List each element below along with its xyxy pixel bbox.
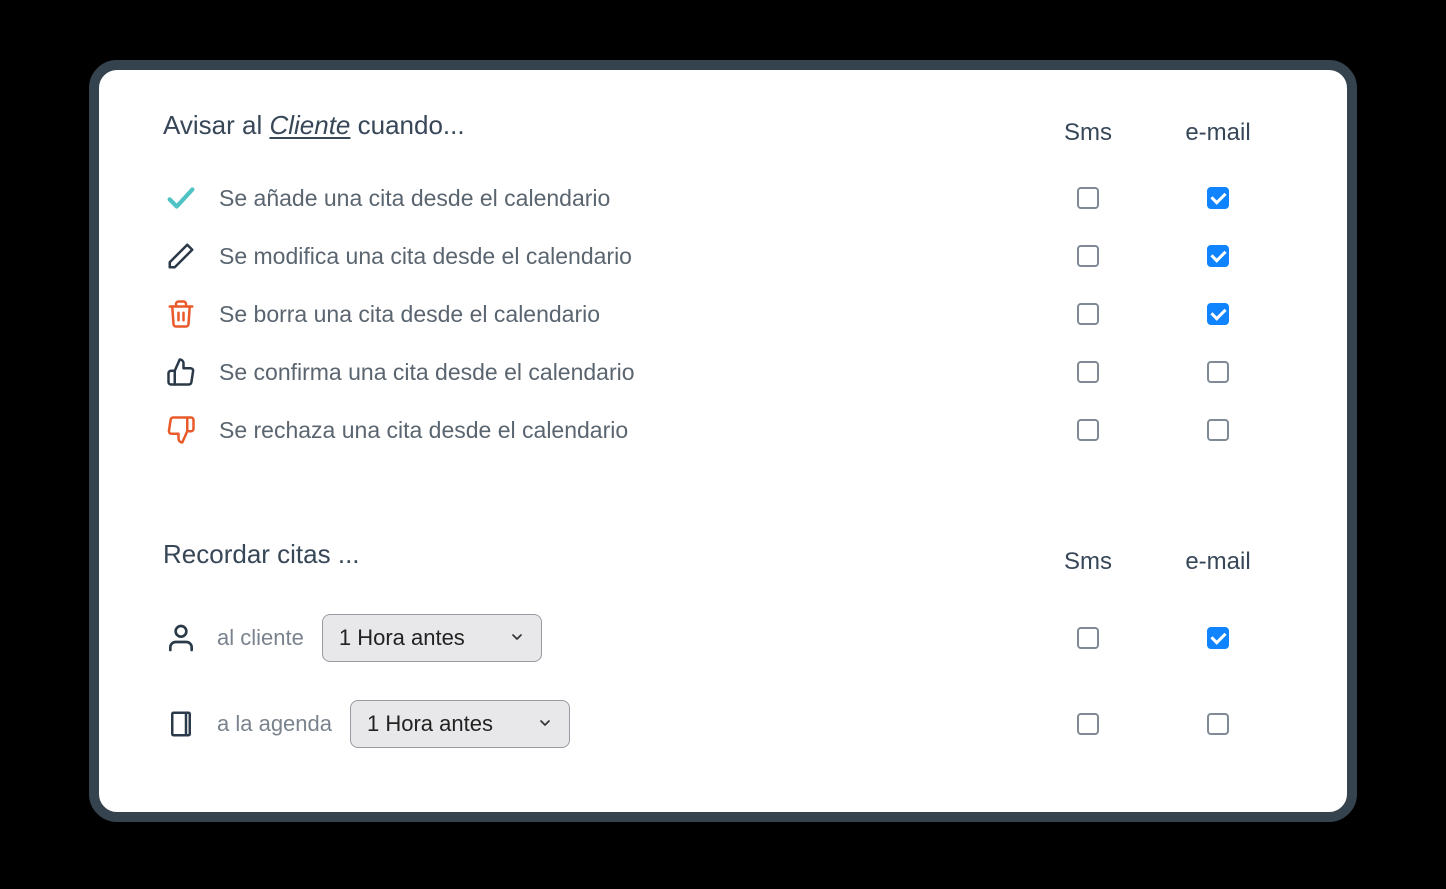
notify-delete-email-checkbox[interactable] (1207, 303, 1229, 325)
remind-client-label: al cliente (217, 625, 304, 651)
remind-client-sms-checkbox[interactable] (1077, 627, 1099, 649)
notify-modify-sms-checkbox[interactable] (1077, 245, 1099, 267)
notify-reject-sms-checkbox[interactable] (1077, 419, 1099, 441)
notify-row-add: Se añade una cita desde el calendario (163, 169, 1283, 227)
notify-email-header: e-mail (1153, 119, 1283, 147)
agenda-icon (163, 706, 199, 742)
person-icon (163, 620, 199, 656)
notify-sms-header: Sms (1023, 119, 1153, 147)
notify-row-modify-label: Se modifica una cita desde el calendario (219, 243, 632, 270)
notify-confirm-email-checkbox[interactable] (1207, 361, 1229, 383)
remind-agenda-label: a la agenda (217, 711, 332, 737)
notify-row-modify: Se modifica una cita desde el calendario (163, 227, 1283, 285)
remind-sms-header: Sms (1023, 548, 1153, 576)
notify-header-row: Avisar al Cliente cuando... Sms e-mail (163, 110, 1283, 155)
notify-row-confirm: Se confirma una cita desde el calendario (163, 343, 1283, 401)
settings-card: Avisar al Cliente cuando... Sms e-mail S… (89, 60, 1357, 822)
notify-reject-email-checkbox[interactable] (1207, 419, 1229, 441)
chevron-down-icon (537, 711, 553, 737)
notify-delete-sms-checkbox[interactable] (1077, 303, 1099, 325)
notify-add-sms-checkbox[interactable] (1077, 187, 1099, 209)
remind-agenda-sms-checkbox[interactable] (1077, 713, 1099, 735)
remind-agenda-select[interactable]: 1 Hora antes (350, 700, 570, 748)
notify-row-reject-label: Se rechaza una cita desde el calendario (219, 417, 628, 444)
notify-title-prefix: Avisar al (163, 110, 269, 140)
remind-agenda-select-value: 1 Hora antes (367, 711, 493, 737)
trash-icon (163, 296, 199, 332)
notify-title-emph: Cliente (269, 110, 350, 140)
thumbs-down-icon (163, 412, 199, 448)
remind-client-email-checkbox[interactable] (1207, 627, 1229, 649)
notify-row-delete-label: Se borra una cita desde el calendario (219, 301, 600, 328)
remind-client-select[interactable]: 1 Hora antes (322, 614, 542, 662)
notify-title: Avisar al Cliente cuando... (163, 110, 1023, 141)
notify-modify-email-checkbox[interactable] (1207, 245, 1229, 267)
pencil-icon (163, 238, 199, 274)
remind-row-agenda: a la agenda 1 Hora antes (163, 684, 1283, 764)
remind-header-row: Recordar citas ... Sms e-mail (163, 539, 1283, 584)
notify-row-confirm-label: Se confirma una cita desde el calendario (219, 359, 635, 386)
remind-client-select-value: 1 Hora antes (339, 625, 465, 651)
notify-add-email-checkbox[interactable] (1207, 187, 1229, 209)
notify-title-suffix: cuando... (350, 110, 464, 140)
notify-confirm-sms-checkbox[interactable] (1077, 361, 1099, 383)
notify-row-add-label: Se añade una cita desde el calendario (219, 185, 610, 212)
notify-row-delete: Se borra una cita desde el calendario (163, 285, 1283, 343)
remind-title: Recordar citas ... (163, 539, 1023, 570)
chevron-down-icon (509, 625, 525, 651)
thumbs-up-icon (163, 354, 199, 390)
remind-row-client: al cliente 1 Hora antes (163, 598, 1283, 678)
check-icon (163, 180, 199, 216)
notify-row-reject: Se rechaza una cita desde el calendario (163, 401, 1283, 459)
remind-agenda-email-checkbox[interactable] (1207, 713, 1229, 735)
remind-email-header: e-mail (1153, 548, 1283, 576)
